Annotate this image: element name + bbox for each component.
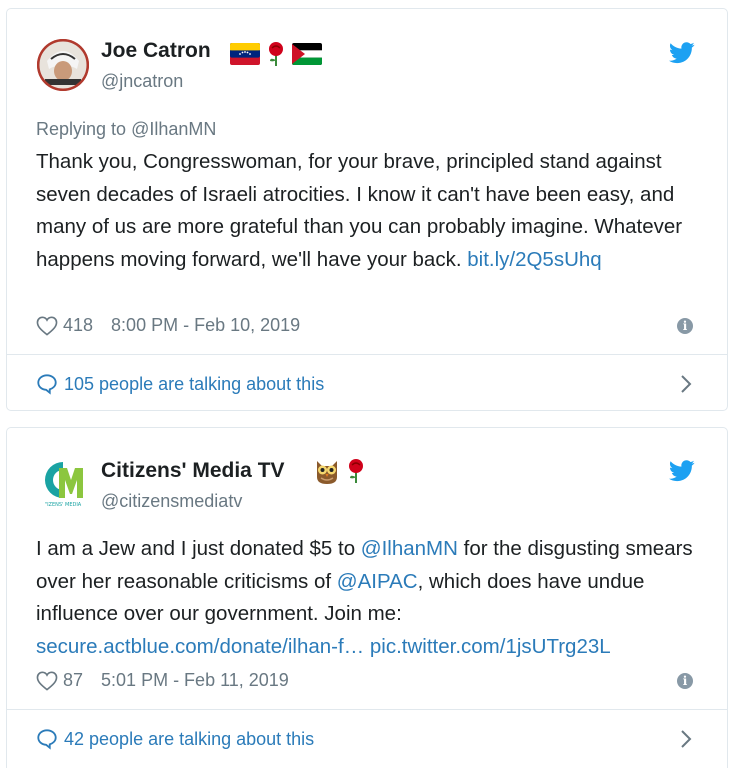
twitter-bird-icon[interactable] bbox=[669, 42, 695, 64]
tweet-link[interactable]: bit.ly/2Q5sUhq bbox=[467, 248, 601, 271]
author-name[interactable]: Citizens' Media TV bbox=[101, 459, 285, 483]
talking-link[interactable]: 42 people are talking about this bbox=[36, 728, 314, 750]
replying-mention[interactable]: @IlhanMN bbox=[131, 119, 216, 139]
like-count: 87 bbox=[63, 670, 84, 690]
rose-icon bbox=[269, 42, 283, 66]
replying-to: Replying to @IlhanMN bbox=[36, 119, 216, 140]
chevron-right-icon[interactable] bbox=[679, 374, 693, 394]
tweet-body-1: I am a Jew and I just donated $5 to bbox=[36, 537, 361, 560]
like-count: 418 bbox=[63, 315, 94, 335]
talking-link[interactable]: 105 people are talking about this bbox=[36, 373, 324, 395]
speech-bubble-icon bbox=[37, 374, 57, 395]
twitter-bird-icon[interactable] bbox=[669, 460, 695, 482]
mention-ilhanmn[interactable]: @IlhanMN bbox=[361, 537, 458, 560]
heart-icon[interactable] bbox=[36, 671, 58, 691]
chevron-right-icon[interactable] bbox=[679, 729, 693, 749]
author-handle[interactable]: @jncatron bbox=[101, 71, 183, 92]
tweet-card-1[interactable]: Joe Catron @jncatron Replying to @IlhanM… bbox=[6, 8, 728, 411]
tweet-text: I am a Jew and I just donated $5 to @Ilh… bbox=[36, 533, 707, 663]
divider bbox=[7, 709, 727, 710]
talking-text: 105 people are talking about this bbox=[64, 373, 325, 394]
avatar[interactable] bbox=[37, 39, 89, 91]
tweet-text: Thank you, Congresswoman, for your brave… bbox=[36, 146, 707, 276]
author-emojis bbox=[314, 457, 366, 485]
mention-aipac[interactable]: @AIPAC bbox=[337, 570, 418, 593]
talking-text: 42 people are talking about this bbox=[64, 728, 315, 749]
owl-icon bbox=[317, 461, 337, 484]
tweet-link-pic[interactable]: pic.twitter.com/1jsUTrg23L bbox=[370, 635, 611, 658]
palestine-flag-icon bbox=[292, 43, 322, 65]
avatar[interactable]: "IZENS' MEDIA bbox=[37, 456, 89, 508]
tweet-meta: 87 5:01 PM - Feb 11, 2019 bbox=[36, 670, 289, 691]
avatar-image bbox=[37, 39, 89, 91]
rose-icon bbox=[349, 459, 363, 483]
svg-text:"IZENS' MEDIA: "IZENS' MEDIA bbox=[45, 502, 82, 508]
author-handle[interactable]: @citizensmediatv bbox=[101, 491, 242, 512]
author-emojis bbox=[230, 41, 322, 67]
avatar-image: "IZENS' MEDIA bbox=[37, 456, 89, 508]
tweet-meta: 418 8:00 PM - Feb 10, 2019 bbox=[36, 315, 300, 336]
info-icon[interactable]: i bbox=[677, 673, 693, 689]
author-name[interactable]: Joe Catron bbox=[101, 39, 211, 63]
replying-prefix: Replying to bbox=[36, 119, 132, 139]
timestamp[interactable]: 8:00 PM - Feb 10, 2019 bbox=[111, 315, 300, 336]
tweet-link-actblue[interactable]: secure.actblue.com/donate/ilhan-f… bbox=[36, 635, 364, 658]
info-icon[interactable]: i bbox=[677, 318, 693, 334]
speech-bubble-icon bbox=[37, 729, 57, 750]
venezuela-flag-icon bbox=[230, 43, 260, 65]
heart-icon[interactable] bbox=[36, 316, 58, 336]
divider bbox=[7, 354, 727, 355]
tweet-card-2[interactable]: "IZENS' MEDIA Citizens' Media TV @citize… bbox=[6, 427, 728, 768]
timestamp[interactable]: 5:01 PM - Feb 11, 2019 bbox=[101, 670, 289, 691]
